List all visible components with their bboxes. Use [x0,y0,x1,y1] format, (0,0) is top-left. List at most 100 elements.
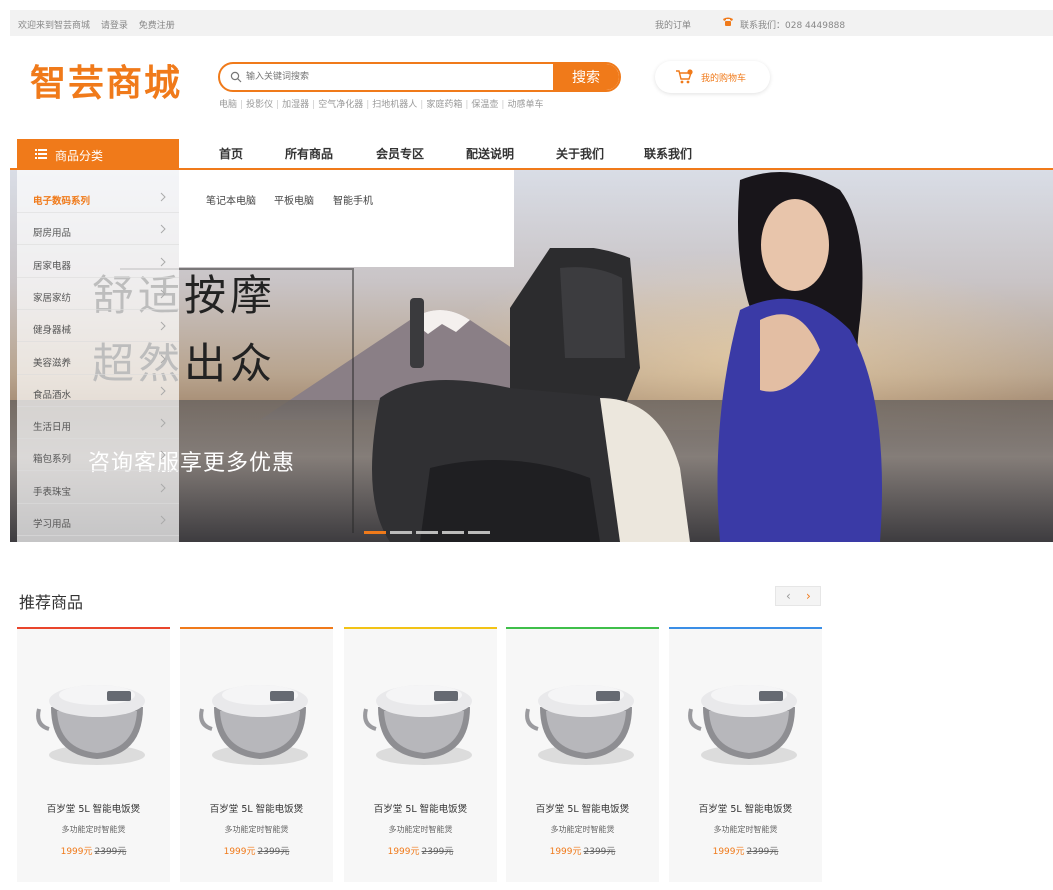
category-item-label: 健身器械 [33,325,72,337]
rice-cooker-image [36,685,145,765]
prev-arrow-icon[interactable]: ‹ [786,589,791,603]
category-submenu: 笔记本电脑 平板电脑 智能手机 [179,170,514,267]
category-item[interactable]: 美容滋养 [17,344,179,375]
next-arrow-icon[interactable]: › [806,589,811,603]
category-item-label: 家居家纺 [33,292,72,304]
search-bar: 搜索 [218,62,621,92]
rice-cooker-image [199,685,308,765]
product-price: 1999元 2399元 [17,844,170,857]
category-item-label: 居家电器 [33,260,72,272]
product-card[interactable]: 百岁堂 5L 智能电饭煲 多功能定时智能煲 1999元 2399元 [17,627,170,882]
carousel-dot[interactable] [442,531,464,534]
category-menu-button[interactable]: 商品分类 [17,139,179,169]
product-subtitle: 多功能定时智能煲 [550,825,615,834]
category-item-label: 学习用品 [33,519,72,530]
my-orders-link[interactable]: 我的订单 [655,18,691,31]
product-subtitle: 多功能定时智能煲 [61,825,126,834]
hotword-link[interactable]: 空气净化器 [318,100,363,110]
submenu-laptops[interactable]: 笔记本电脑 [206,192,256,207]
carousel-dot[interactable] [390,531,412,534]
cart-icon [676,69,693,84]
product-card[interactable]: 百岁堂 5L 智能电饭煲 多功能定时智能煲 1999元 2399元 [669,627,822,882]
category-item-label: 美容滋养 [33,357,72,369]
original-price: 2399元 [94,847,127,857]
category-item[interactable]: 健身器械 [17,311,179,343]
chevron-right-icon [160,354,166,363]
site-logo[interactable]: 智芸商城 [30,54,182,106]
product-card[interactable]: 百岁堂 5L 智能电饭煲 多功能定时智能煲 1999元 2399元 [344,627,497,882]
category-item-label: 生活日用 [33,422,72,434]
product-name: 百岁堂 5L 智能电饭煲 [209,804,304,815]
register-link[interactable]: 免费注册 [139,21,175,31]
top-bar: 欢迎来到智芸商城 请登录 免费注册 我的订单 联系我们：028 4449888 [10,10,1053,36]
hotword-separator: | [420,100,424,110]
category-item[interactable]: 手表珠宝 [17,473,179,504]
hotword-separator: | [366,100,370,110]
category-item[interactable]: 食品酒水 [17,376,179,407]
product-name: 百岁堂 5L 智能电饭煲 [535,804,630,815]
chevron-right-icon [160,224,166,234]
product-name: 百岁堂 5L 智能电饭煲 [46,804,141,815]
rice-cooker-image [688,685,797,765]
chevron-right-icon [160,289,166,299]
product-card[interactable]: 百岁堂 5L 智能电饭煲 多功能定时智能煲 1999元 2399元 [506,627,659,882]
hotword-separator: | [465,100,469,110]
cart-button[interactable]: 我的购物车 [655,61,770,93]
product-name: 百岁堂 5L 智能电饭煲 [698,804,793,815]
product-price: 1999元 2399元 [506,844,659,857]
rice-cooker-image [363,685,472,765]
hotword-separator: | [276,100,280,110]
product-subtitle: 多功能定时智能煲 [388,825,453,834]
carousel-indicators [364,523,494,537]
original-price: 2399元 [257,847,290,857]
category-item-label: 电子数码系列 [33,196,91,207]
current-price: 1999元 [712,847,745,857]
chevron-right-icon [160,257,166,266]
submenu-tablets[interactable]: 平板电脑 [274,192,314,207]
carousel-dot[interactable] [468,531,490,534]
search-icon [230,71,242,83]
hotword-separator: | [501,100,505,110]
carousel-dot[interactable] [364,531,386,534]
category-item-label: 箱包系列 [33,454,72,466]
category-item-label: 厨房用品 [33,228,72,240]
nav-contact-us[interactable]: 联系我们 [644,145,692,162]
product-card[interactable]: 百岁堂 5L 智能电饭煲 多功能定时智能煲 1999元 2399元 [180,627,333,882]
hotword-link[interactable]: 投影仪 [246,100,273,110]
category-item[interactable]: 电子数码系列 [17,182,179,213]
nav-home[interactable]: 首页 [219,145,243,162]
original-price: 2399元 [583,847,616,857]
category-item[interactable]: 家居家纺 [17,279,179,310]
hotword-link[interactable]: 加湿器 [282,100,309,110]
product-name: 百岁堂 5L 智能电饭煲 [373,804,468,815]
nav-all-products[interactable]: 所有商品 [285,145,333,162]
chevron-right-icon [160,483,166,493]
menu-icon [35,149,47,159]
search-button[interactable]: 搜索 [553,64,619,90]
hotword-link[interactable]: 动感单车 [507,100,543,110]
hotword-link[interactable]: 家庭药箱 [426,100,462,110]
hotword-link[interactable]: 扫地机器人 [372,100,417,110]
carousel-dot[interactable] [416,531,438,534]
nav-delivery-info[interactable]: 配送说明 [466,145,514,162]
category-item[interactable]: 箱包系列 [17,440,179,472]
phone-icon [723,17,733,26]
category-menu-label: 商品分类 [55,149,104,163]
hotword-separator: | [240,100,244,110]
hotword-link[interactable]: 电脑 [219,100,237,110]
nav-about-us[interactable]: 关于我们 [556,145,604,162]
category-item[interactable]: 居家电器 [17,247,179,278]
hotword-link[interactable]: 保温壶 [471,100,498,110]
category-item[interactable]: 生活日用 [17,408,179,440]
search-input[interactable] [246,68,546,86]
category-item-label: 手表珠宝 [33,486,72,498]
product-subtitle: 多功能定时智能煲 [713,825,778,834]
product-price: 1999元 2399元 [180,844,333,857]
category-item[interactable]: 学习用品 [17,505,179,536]
chevron-right-icon [160,386,166,396]
nav-member-zone[interactable]: 会员专区 [376,145,424,162]
category-item[interactable]: 厨房用品 [17,214,179,246]
submenu-smartphones[interactable]: 智能手机 [333,192,373,207]
chevron-right-icon [160,515,166,525]
login-link[interactable]: 请登录 [101,21,128,31]
